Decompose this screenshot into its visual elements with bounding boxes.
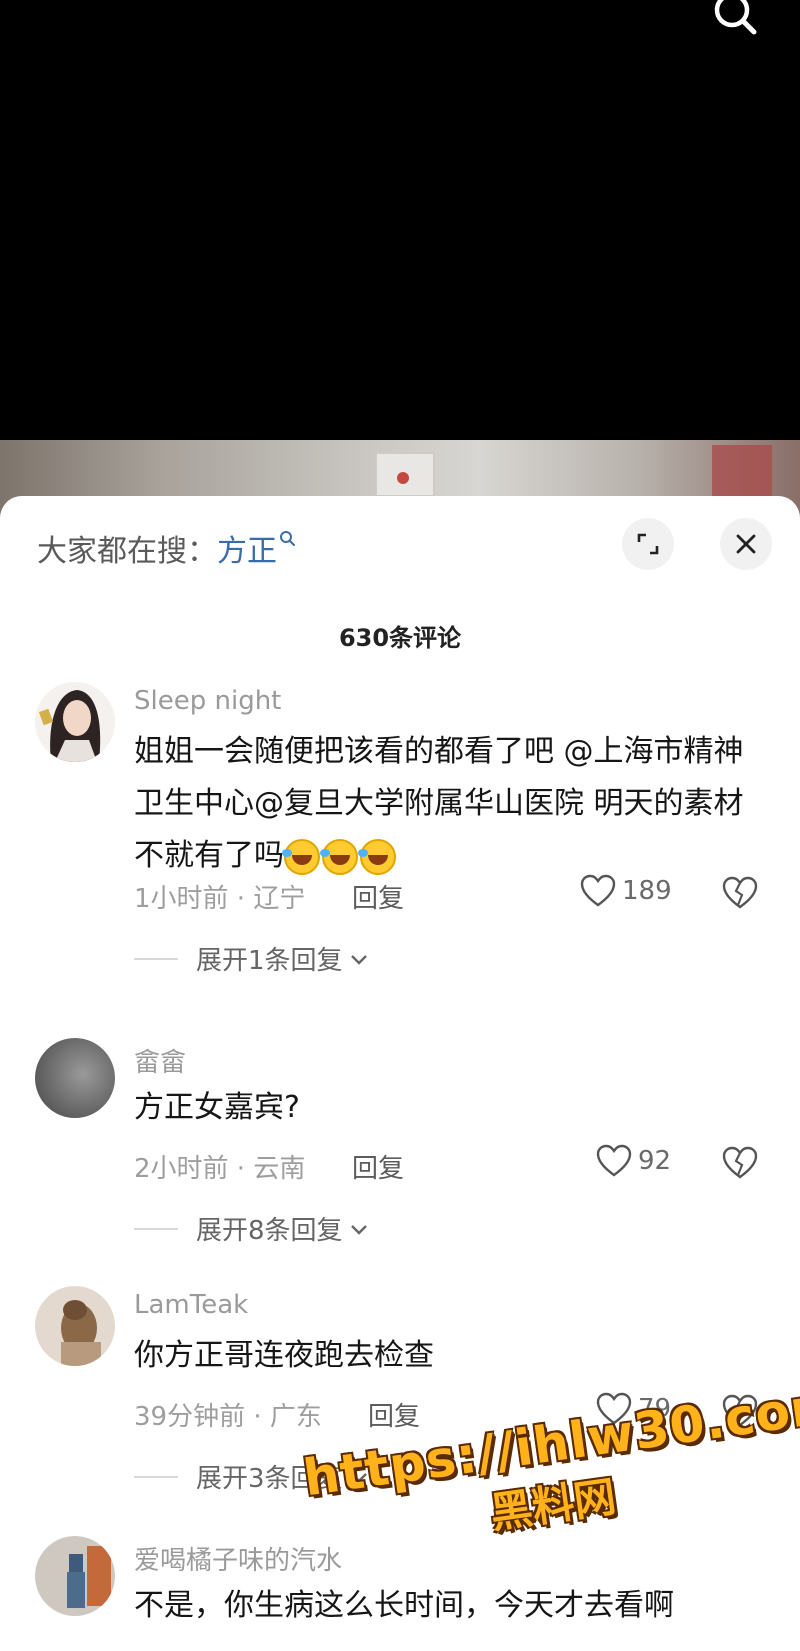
like-button[interactable]: 92 bbox=[596, 1144, 671, 1178]
search-icon bbox=[280, 531, 295, 546]
close-icon bbox=[736, 534, 756, 554]
video-frame-sign bbox=[375, 452, 435, 497]
comment-count: 630条评论 bbox=[338, 624, 462, 652]
comment-username[interactable]: 畲畲 bbox=[134, 1042, 186, 1079]
dislike-button[interactable] bbox=[722, 1146, 758, 1184]
like-count: 189 bbox=[622, 876, 672, 906]
comment-text: 姐姐一会随便把该看的都看了吧 @上海市精神卫生中心@复旦大学附属华山医院 明天的… bbox=[134, 726, 754, 882]
comment-meta: 1小时前 · 辽宁 bbox=[134, 884, 306, 914]
hot-search-label: 大家都在搜： bbox=[37, 534, 217, 569]
comment-meta: 2小时前 · 云南 bbox=[134, 1154, 306, 1184]
expand-icon bbox=[637, 533, 659, 555]
comment-text: 方正女嘉宾? bbox=[134, 1090, 300, 1125]
dislike-button[interactable] bbox=[722, 876, 758, 914]
comment-username[interactable]: Sleep night bbox=[134, 686, 281, 716]
chevron-down-icon bbox=[350, 1224, 367, 1235]
comment-username[interactable]: 爱喝橘子味的汽水 bbox=[134, 1540, 342, 1577]
hot-search-bar[interactable]: 大家都在搜：方正 bbox=[37, 526, 297, 570]
expand-replies-button[interactable]: 展开8条回复 bbox=[134, 1210, 369, 1247]
divider-line bbox=[134, 957, 178, 960]
reply-button[interactable]: 回复 bbox=[352, 878, 404, 915]
expand-replies-label: 展开8条回复 bbox=[196, 1216, 343, 1246]
broken-heart-icon bbox=[722, 876, 758, 909]
hot-search-term[interactable]: 方正 bbox=[217, 534, 277, 569]
avatar[interactable] bbox=[35, 1536, 115, 1616]
laughing-emoji-icon bbox=[358, 838, 396, 875]
close-button[interactable] bbox=[720, 518, 772, 570]
avatar[interactable] bbox=[35, 1038, 115, 1118]
like-count: 92 bbox=[638, 1146, 672, 1176]
search-icon bbox=[714, 0, 757, 35]
avatar[interactable] bbox=[35, 682, 115, 762]
comment-meta: 39分钟前 · 广东 bbox=[134, 1402, 322, 1432]
comment-username[interactable]: LamTeak bbox=[134, 1290, 248, 1320]
broken-heart-icon bbox=[722, 1146, 758, 1179]
comment-text: 你方正哥连夜跑去检查 bbox=[134, 1338, 434, 1373]
chevron-down-icon bbox=[350, 954, 367, 965]
heart-icon bbox=[580, 874, 616, 907]
laughing-emoji-icon bbox=[320, 838, 358, 875]
divider-line bbox=[134, 1227, 178, 1230]
reply-button[interactable]: 回复 bbox=[368, 1396, 420, 1433]
reply-button[interactable]: 回复 bbox=[352, 1148, 404, 1185]
laughing-emoji-icon bbox=[282, 838, 320, 875]
expand-replies-label: 展开1条回复 bbox=[196, 946, 343, 976]
divider-line bbox=[134, 1475, 178, 1478]
like-button[interactable]: 189 bbox=[580, 874, 672, 908]
heart-icon bbox=[596, 1144, 632, 1177]
top-search-button[interactable] bbox=[710, 0, 762, 40]
comment-text: 不是，你生病这么长时间，今天才去看啊 bbox=[134, 1588, 674, 1623]
comment-text-content: 姐姐一会随便把该看的都看了吧 @上海市精神卫生中心@复旦大学附属华山医院 明天的… bbox=[134, 734, 744, 873]
expand-replies-button[interactable]: 展开1条回复 bbox=[134, 940, 369, 977]
expand-button[interactable] bbox=[622, 518, 674, 570]
avatar[interactable] bbox=[35, 1286, 115, 1366]
